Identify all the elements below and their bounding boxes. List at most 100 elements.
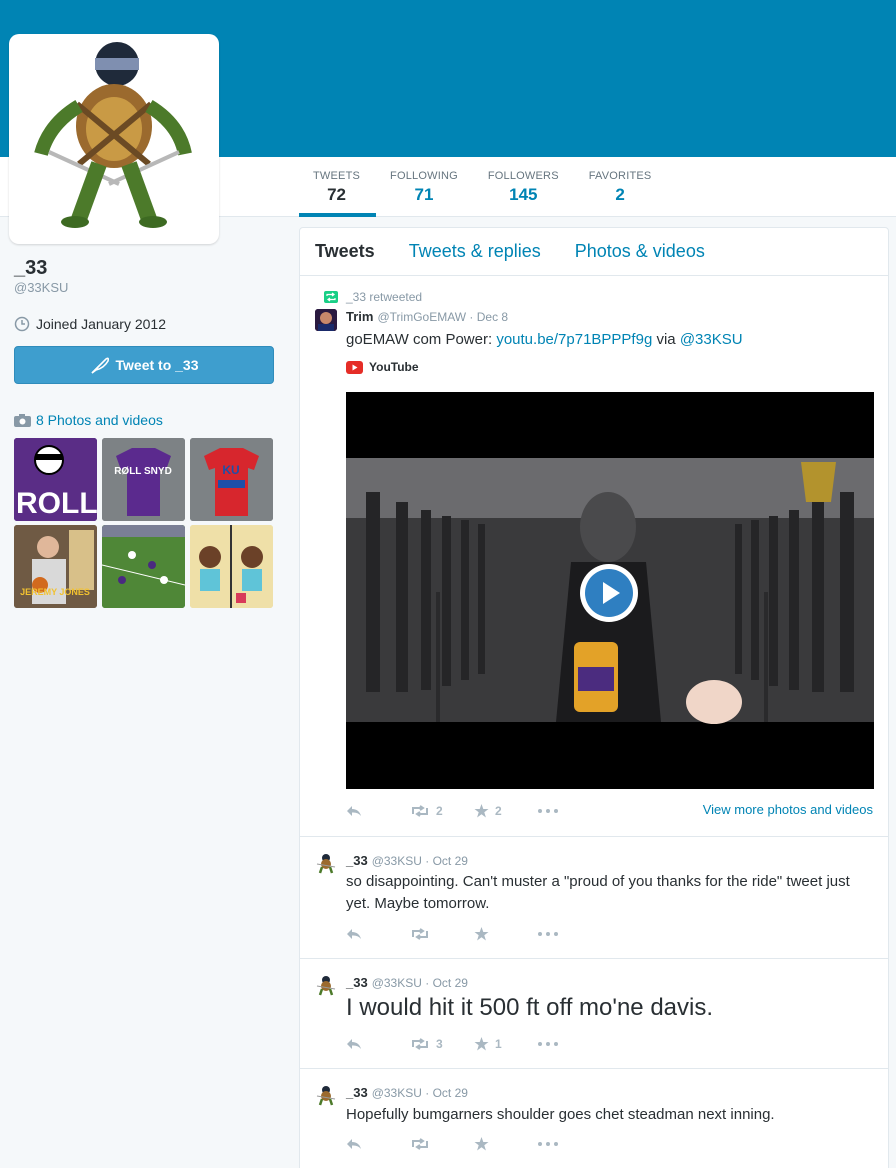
retweet-note: _33 retweeted xyxy=(324,290,422,304)
reply-button[interactable] xyxy=(346,928,410,940)
more-icon xyxy=(538,932,558,936)
retweet-icon xyxy=(412,1038,428,1050)
tweet-header: Trim @TrimGoEMAW · Dec 8 xyxy=(346,309,508,324)
retweet-button[interactable] xyxy=(410,1138,474,1150)
more-button[interactable] xyxy=(538,1142,602,1146)
card-source[interactable]: YouTube xyxy=(346,360,419,374)
tweet-text: Hopefully bumgarners shoulder goes chet … xyxy=(346,1106,775,1123)
tweet-author-name[interactable]: Trim xyxy=(346,309,373,324)
retweet-button[interactable]: 2 xyxy=(410,804,474,818)
stat-favorites[interactable]: FAVORITES 2 xyxy=(575,157,668,217)
tweet-avatar[interactable] xyxy=(315,309,337,331)
play-icon[interactable] xyxy=(580,564,638,622)
tweet-header: _33 @33KSU · Oct 29 xyxy=(346,853,468,868)
stat-followers[interactable]: FOLLOWERS 145 xyxy=(474,157,575,217)
tweet-actions xyxy=(346,1137,602,1151)
retweet-icon xyxy=(412,1138,428,1150)
stat-following[interactable]: FOLLOWING 71 xyxy=(376,157,474,217)
photo-grid: ROLL RØLL SNYD KU JEREMY JONES xyxy=(14,438,274,608)
tweet-link[interactable]: youtu.be/7p71BPPPf9g xyxy=(496,331,652,348)
video-player[interactable] xyxy=(346,392,874,789)
reply-icon xyxy=(347,1039,361,1049)
favorite-button[interactable] xyxy=(474,927,538,941)
reply-button[interactable] xyxy=(346,1138,410,1150)
camera-icon xyxy=(14,413,31,427)
retweet-count: 3 xyxy=(436,1037,443,1051)
favorite-button[interactable]: 1 xyxy=(474,1037,538,1051)
thumb-text: KU xyxy=(222,463,239,477)
more-icon xyxy=(538,809,558,813)
tab-tweets[interactable]: Tweets xyxy=(315,241,375,262)
profile-stats-nav: TWEETS 72 FOLLOWING 71 FOLLOWERS 145 FAV… xyxy=(299,157,667,217)
tweet-author-name[interactable]: _33 xyxy=(346,975,368,990)
stat-value: 145 xyxy=(509,185,538,204)
mention-link[interactable]: @33KSU xyxy=(680,331,743,348)
favorite-count: 2 xyxy=(495,804,502,818)
more-icon xyxy=(538,1142,558,1146)
tweet-avatar[interactable] xyxy=(315,1085,337,1107)
retweet-icon xyxy=(412,928,428,940)
tweet-item[interactable]: _33 @33KSU · Oct 29 so disappointing. Ca… xyxy=(300,837,888,959)
retweet-button[interactable] xyxy=(410,928,474,940)
retweet-note-text: _33 retweeted xyxy=(346,290,423,304)
reply-icon xyxy=(347,1139,361,1149)
stat-value: 2 xyxy=(615,185,625,204)
tweet-item[interactable]: _33 retweeted Trim @TrimGoEMAW · Dec 8 g… xyxy=(300,276,888,837)
photo-thumbnail[interactable]: ROLL xyxy=(14,438,97,521)
reply-icon xyxy=(347,929,361,939)
stat-label: TWEETS xyxy=(313,170,361,182)
stat-label: FOLLOWERS xyxy=(487,170,559,182)
tweet-author-handle[interactable]: @33KSU · Oct 29 xyxy=(372,854,468,868)
profile-handle[interactable]: @33KSU xyxy=(14,280,68,295)
photos-videos-link[interactable]: 8 Photos and videos xyxy=(14,412,163,428)
tweet-author-name[interactable]: _33 xyxy=(346,1085,368,1100)
photo-thumbnail[interactable] xyxy=(190,525,273,608)
photo-thumbnail[interactable]: JEREMY JONES xyxy=(14,525,97,608)
tweet-text-part: via xyxy=(652,331,680,348)
stat-tweets[interactable]: TWEETS 72 xyxy=(299,157,377,217)
tab-photos-videos[interactable]: Photos & videos xyxy=(575,241,705,262)
view-more-link[interactable]: View more photos and videos xyxy=(703,802,873,817)
tweet-to-button[interactable]: Tweet to _33 xyxy=(14,346,274,384)
tweet-actions xyxy=(346,927,602,941)
favorite-button[interactable]: 2 xyxy=(474,804,538,818)
tweet-author-name[interactable]: _33 xyxy=(346,853,368,868)
photo-thumbnail[interactable]: KU xyxy=(190,438,273,521)
photo-thumbnail[interactable]: RØLL SNYD xyxy=(102,438,185,521)
tweet-author-handle[interactable]: @33KSU · Oct 29 xyxy=(372,1086,468,1100)
star-icon xyxy=(474,1037,489,1051)
photo-thumbnail[interactable] xyxy=(102,525,185,608)
joined-text: Joined January 2012 xyxy=(36,316,166,332)
reply-button[interactable] xyxy=(346,1038,410,1050)
tweet-item[interactable]: _33 @33KSU · Oct 29 Hopefully bumgarners… xyxy=(300,1069,888,1168)
retweet-count: 2 xyxy=(436,804,443,818)
favorite-button[interactable] xyxy=(474,1137,538,1151)
thumb-text: ROLL xyxy=(16,487,97,520)
star-icon xyxy=(474,804,489,818)
tweet-text: I would hit it 500 ft off mo'ne davis. xyxy=(346,994,714,1021)
tweet-author-handle[interactable]: @TrimGoEMAW · Dec 8 xyxy=(377,310,508,324)
tweet-header: _33 @33KSU · Oct 29 xyxy=(346,1085,468,1100)
retweet-button[interactable]: 3 xyxy=(410,1037,474,1051)
retweet-icon xyxy=(324,291,338,303)
tweet-actions: 2 2 xyxy=(346,804,602,818)
more-button[interactable] xyxy=(538,809,602,813)
reply-button[interactable] xyxy=(346,805,410,817)
stat-value: 72 xyxy=(327,185,346,204)
timeline-tabs: Tweets Tweets & replies Photos & videos xyxy=(300,228,888,276)
profile-avatar[interactable] xyxy=(9,34,219,244)
reply-icon xyxy=(347,806,361,816)
thumb-text: JEREMY JONES xyxy=(20,587,90,597)
tab-tweets-replies[interactable]: Tweets & replies xyxy=(409,241,541,262)
card-source-label: YouTube xyxy=(369,360,419,374)
tweet-avatar[interactable] xyxy=(315,853,337,875)
tweet-item[interactable]: _33 @33KSU · Oct 29 I would hit it 500 f… xyxy=(300,959,888,1069)
more-button[interactable] xyxy=(538,1042,602,1046)
retweet-icon xyxy=(412,805,428,817)
profile-name[interactable]: _33 xyxy=(14,257,47,280)
tweet-author-handle[interactable]: @33KSU · Oct 29 xyxy=(372,976,468,990)
tweet-avatar[interactable] xyxy=(315,975,337,997)
joined-date: Joined January 2012 xyxy=(14,316,166,332)
star-icon xyxy=(474,1137,489,1151)
more-button[interactable] xyxy=(538,932,602,936)
